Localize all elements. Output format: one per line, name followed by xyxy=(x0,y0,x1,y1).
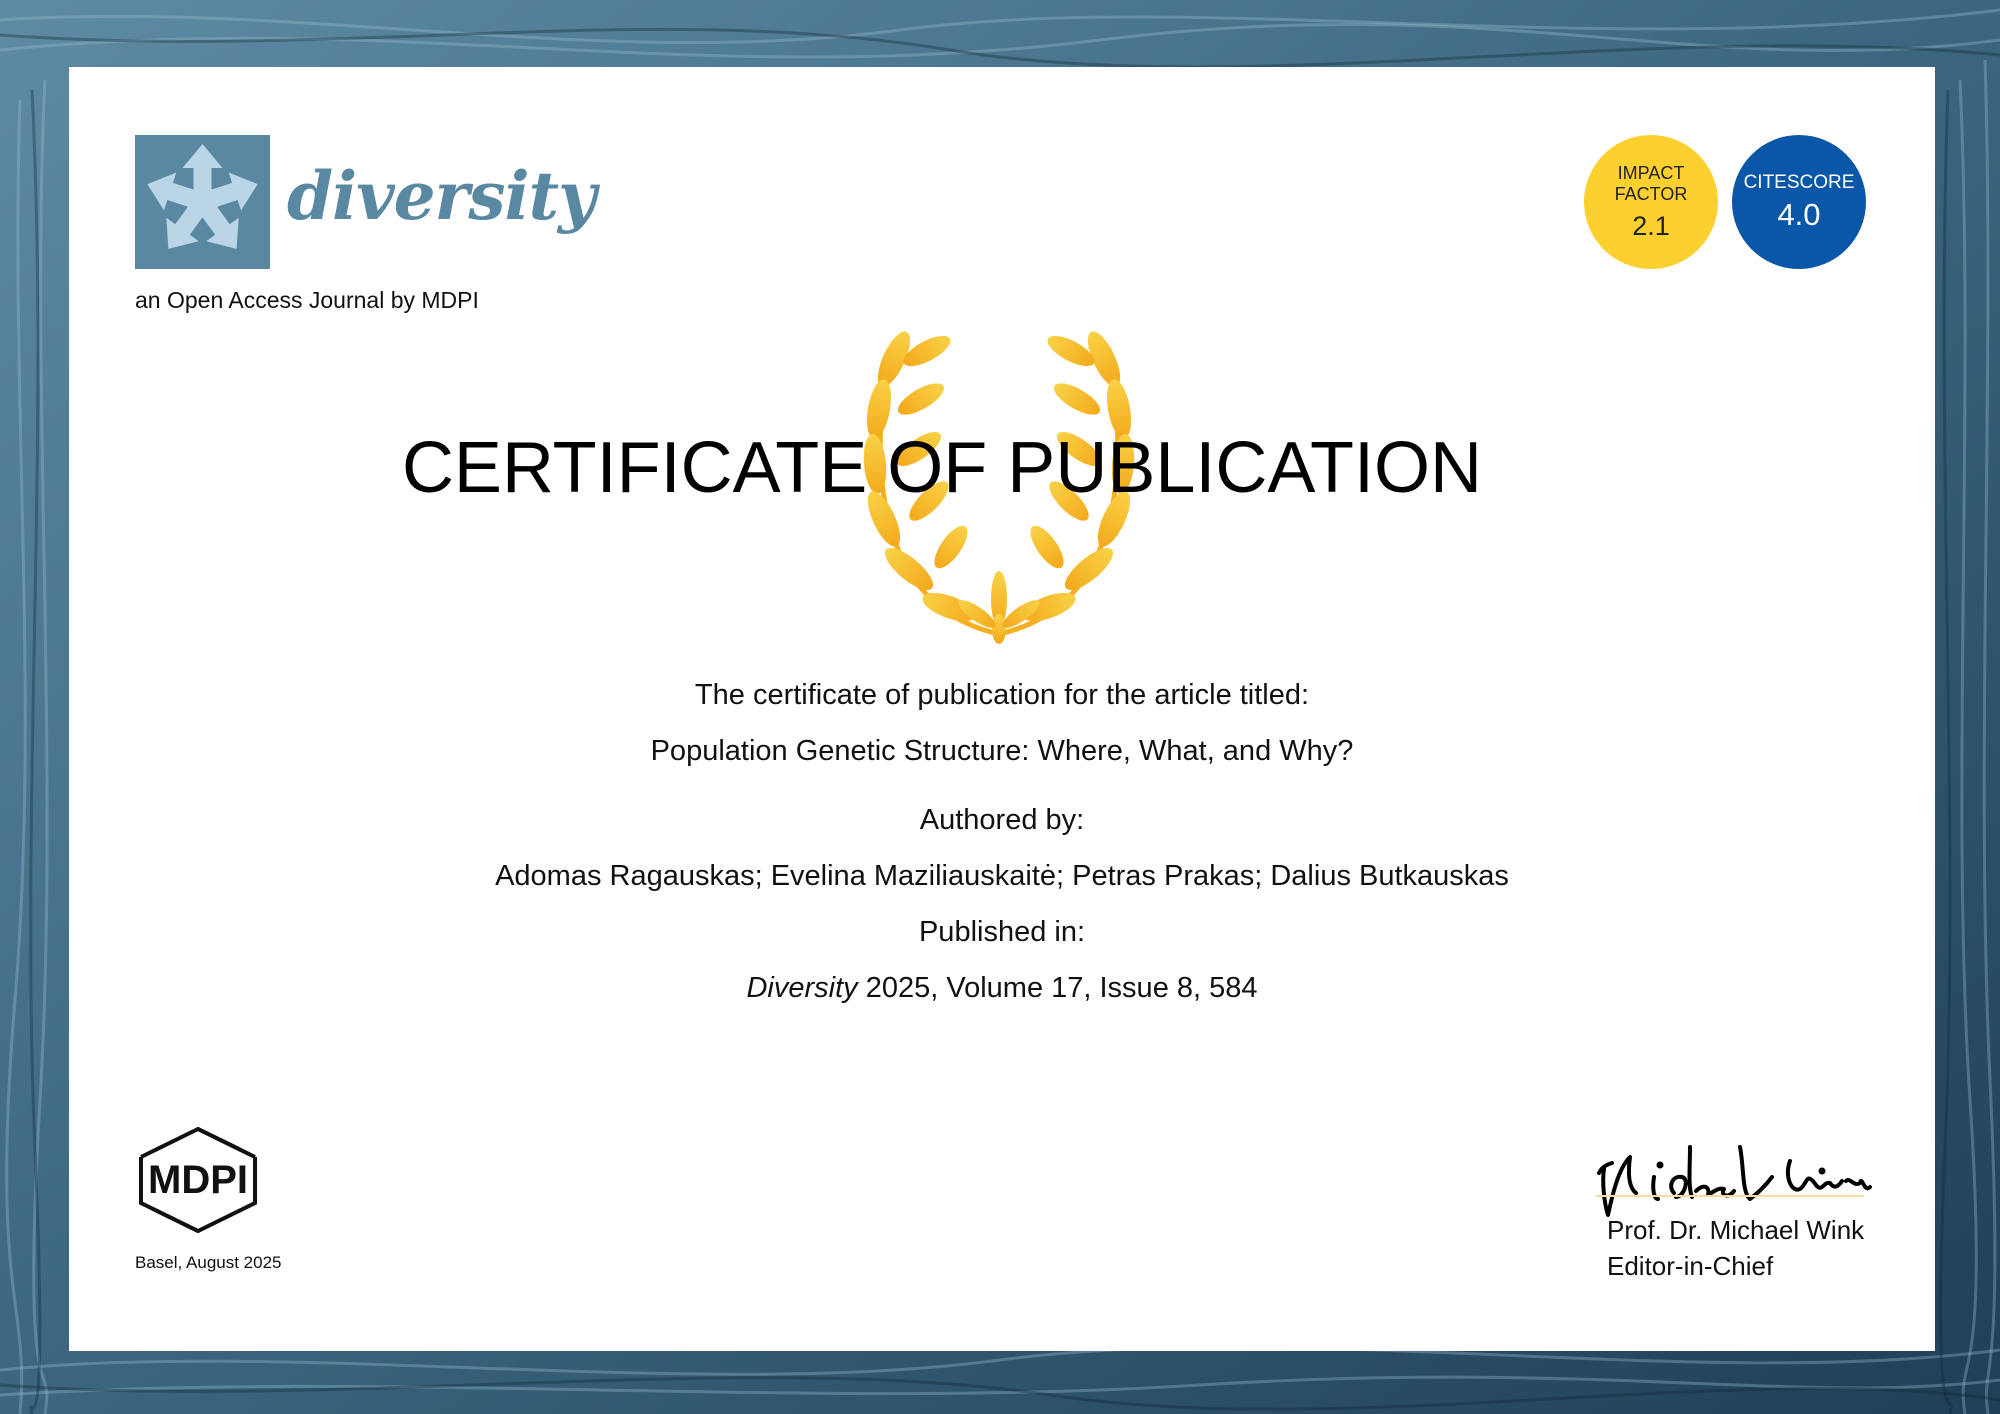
diversity-star-arrows-icon xyxy=(135,135,270,269)
signer-block: Prof. Dr. Michael Wink Editor-in-Chief xyxy=(1607,1212,1864,1284)
intro-text: The certificate of publication for the a… xyxy=(694,679,1310,711)
certificate-title: CERTIFICATE OF PUBLICATION xyxy=(401,428,1483,508)
authored-by-label: Authored by: xyxy=(919,804,1085,836)
signature-rule xyxy=(1596,1195,1864,1197)
journal-tagline: an Open Access Journal by MDPI xyxy=(135,287,479,313)
place-date: Basel, August 2025 xyxy=(135,1253,282,1272)
mdpi-logo-text: MDPI xyxy=(148,1158,248,1202)
citescore-badge: CITESCORE 4.0 xyxy=(1732,135,1866,269)
impact-factor-badge: IMPACT FACTOR 2.1 xyxy=(1584,135,1718,269)
article-title: Population Genetic Structure: Where, Wha… xyxy=(650,735,1354,767)
impact-factor-label-line2: FACTOR xyxy=(1614,183,1688,204)
citescore-value: 4.0 xyxy=(1777,196,1821,232)
citescore-label: CITESCORE xyxy=(1743,171,1855,193)
signer-name: Prof. Dr. Michael Wink xyxy=(1607,1215,1865,1245)
mdpi-logo-icon: MDPI xyxy=(139,1127,257,1234)
citation-journal: Diversity xyxy=(746,972,858,1004)
citation-line: Diversity 2025, Volume 17, Issue 8, 584 xyxy=(69,972,1935,1005)
published-in-label: Published in: xyxy=(918,916,1086,948)
authors-list: Adomas Ragauskas; Evelina Maziliauskaitė… xyxy=(495,860,1509,892)
certificate-card: diversity an Open Access Journal by MDPI… xyxy=(69,67,1935,1351)
impact-factor-value: 2.1 xyxy=(1632,210,1670,241)
citation-details: 2025, Volume 17, Issue 8, 584 xyxy=(865,972,1258,1004)
signer-role: Editor-in-Chief xyxy=(1607,1251,1774,1281)
journal-name: diversity xyxy=(287,157,596,235)
impact-factor-label-line1: IMPACT xyxy=(1617,162,1685,183)
